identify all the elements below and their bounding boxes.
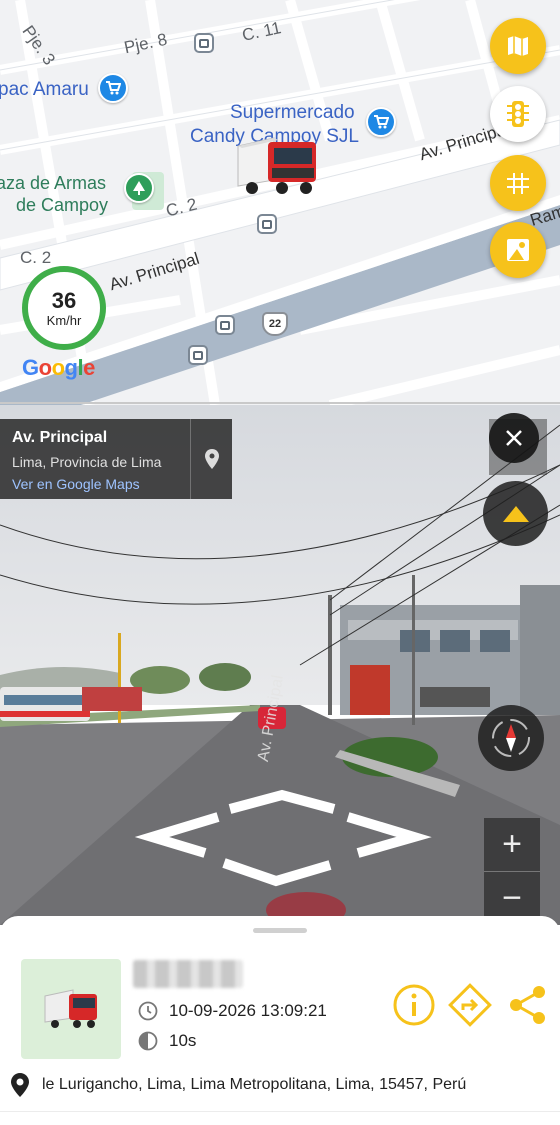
poi-label: pac Amaru <box>0 79 89 100</box>
traffic-light-icon <box>507 101 529 127</box>
duration-text: 10s <box>169 1031 197 1050</box>
poi-label: aza de Armas <box>0 173 107 193</box>
location-pin-button[interactable] <box>190 419 232 499</box>
app-screen: Pje. 3 Pje. 8 C. 11 pac Amaru Supermerca… <box>0 0 560 1125</box>
poi-label: Supermercado <box>230 102 355 123</box>
street-view-info-card: Av. Principal Lima, Provincia de Lima Ve… <box>0 419 232 499</box>
drag-handle[interactable] <box>253 928 307 933</box>
route-shield-icon: 22 <box>262 312 288 336</box>
truck-marker-icon[interactable] <box>234 136 322 202</box>
street-view-subtitle: Lima, Provincia de Lima <box>12 454 162 470</box>
close-street-view-button[interactable] <box>489 413 539 463</box>
open-in-google-maps-link[interactable]: Ver en Google Maps <box>12 476 140 492</box>
tree-poi-icon[interactable] <box>124 173 154 203</box>
street-view-title: Av. Principal <box>12 429 108 446</box>
cart-poi-icon[interactable] <box>98 73 128 103</box>
vehicle-bottom-sheet: 10-09-2026 13:09:21 10s le Lurigancho, L… <box>0 916 560 1125</box>
clock-icon <box>137 1000 159 1022</box>
street-view-panorama[interactable]: Av. Principal Av. Principal Lima, Provin… <box>0 405 560 925</box>
bus-stop-icon[interactable] <box>215 315 235 335</box>
directions-button[interactable] <box>447 982 493 1028</box>
folded-map-icon <box>508 36 528 56</box>
map-pin-icon <box>204 449 219 469</box>
location-pin-icon <box>8 1071 32 1099</box>
compass-button[interactable] <box>478 705 544 771</box>
speed-value: 36 <box>51 287 77 313</box>
share-button[interactable] <box>505 982 551 1028</box>
heading-arrow-icon <box>502 505 529 522</box>
satellite-button[interactable] <box>490 155 546 211</box>
map-view[interactable]: Pje. 3 Pje. 8 C. 11 pac Amaru Supermerca… <box>0 0 560 405</box>
truck-icon <box>44 989 97 1028</box>
divider <box>0 1111 560 1112</box>
traffic-button[interactable] <box>490 86 546 142</box>
speed-unit: Km/hr <box>46 312 82 328</box>
bus-stop-icon[interactable] <box>194 33 214 53</box>
close-icon <box>506 430 522 446</box>
grid-globe-icon <box>507 173 529 194</box>
street-label: C. 2 <box>20 248 52 267</box>
map-layers-button[interactable] <box>490 18 546 74</box>
zoom-in-button[interactable]: + <box>484 818 540 871</box>
address-row: le Lurigancho, Lima, Lima Metropolitana,… <box>8 1071 553 1099</box>
google-logo: Google <box>22 355 95 380</box>
info-icon <box>393 984 435 1026</box>
directions-icon <box>448 983 492 1027</box>
zoom-controls: + − <box>484 818 540 925</box>
street-view-person-icon <box>507 239 529 261</box>
timestamp-text: 10-09-2026 13:09:21 <box>169 1001 327 1020</box>
timestamp-row: 10-09-2026 13:09:21 <box>137 1000 327 1022</box>
vehicle-name-redacted <box>133 960 243 988</box>
address-text: le Lurigancho, Lima, Lima Metropolitana,… <box>42 1076 467 1093</box>
speedometer: 36 Km/hr <box>22 266 106 350</box>
street-view-button[interactable] <box>490 222 546 278</box>
poi-label: de Campoy <box>16 195 109 215</box>
duration-row: 10s <box>137 1030 196 1052</box>
bus-stop-icon[interactable] <box>257 214 277 234</box>
vehicle-thumbnail <box>21 959 121 1059</box>
compass-icon <box>492 719 530 757</box>
bus-stop-icon[interactable] <box>188 345 208 365</box>
heading-indicator-button[interactable] <box>483 481 548 546</box>
info-button[interactable] <box>391 982 437 1028</box>
duration-icon <box>137 1030 159 1052</box>
cart-poi-icon[interactable] <box>366 107 396 137</box>
share-icon <box>510 986 545 1024</box>
